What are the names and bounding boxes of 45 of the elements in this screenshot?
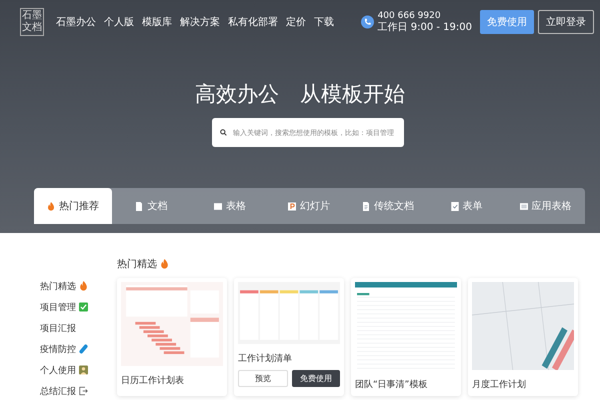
card-title: 月度工作计划 xyxy=(472,378,527,391)
hero-title: 高效办公 从模板开始 xyxy=(194,81,406,108)
template-card[interactable]: 月度工作计划 xyxy=(468,278,578,396)
pill-icon xyxy=(79,344,88,354)
category-item[interactable]: 热门精选 xyxy=(40,279,117,293)
category-item[interactable]: 个人使用 xyxy=(40,363,117,377)
login-button[interactable]: 立即登录 xyxy=(538,10,594,34)
nav-link[interactable]: 下载 xyxy=(314,15,334,29)
nav-link[interactable]: 定价 xyxy=(286,15,306,29)
category-item[interactable]: 总结汇报 xyxy=(40,384,117,398)
nav-link[interactable]: 模版库 xyxy=(142,15,172,29)
category-item[interactable]: 疫情防控 xyxy=(40,342,117,356)
card-title: 日历工作计划表 xyxy=(121,374,185,387)
phone-icon xyxy=(360,15,374,29)
search-icon xyxy=(220,129,227,136)
slide-icon xyxy=(288,202,296,210)
export-icon xyxy=(79,386,88,396)
document-icon xyxy=(362,202,370,210)
person-icon xyxy=(79,365,88,375)
nav-link[interactable]: 解决方案 xyxy=(180,15,220,29)
card-title: 工作计划清单 xyxy=(238,352,293,365)
preview-button[interactable]: 预览 xyxy=(238,370,288,387)
logo[interactable]: 石墨 文档 xyxy=(20,8,44,36)
nav-link[interactable]: 石墨办公 xyxy=(56,15,96,29)
use-free-button[interactable]: 免费使用 xyxy=(292,370,340,387)
flame-icon xyxy=(47,202,55,210)
document-icon xyxy=(135,202,144,210)
template-card[interactable]: 团队“日事清”模板 xyxy=(351,278,461,396)
nav-link[interactable]: 私有化部署 xyxy=(228,15,278,29)
checkbox-icon xyxy=(79,302,88,312)
category-tab[interactable]: 热门推荐 xyxy=(34,188,112,224)
table-icon xyxy=(214,202,222,210)
template-card[interactable]: 工作计划清单 预览 免费使用 xyxy=(234,278,344,396)
category-item[interactable]: 项目汇报 xyxy=(40,321,117,335)
phone-number: 400 666 9920 xyxy=(378,11,442,22)
card-title: 团队“日事清”模板 xyxy=(355,378,428,391)
work-hours: 工作日 9:00 - 19:00 xyxy=(378,22,472,33)
template-card[interactable]: 日历工作计划表 xyxy=(117,278,227,396)
flame-icon xyxy=(79,281,88,291)
section-title: 热门精选 xyxy=(117,258,157,271)
nav-link[interactable]: 个人版 xyxy=(104,15,134,29)
form-icon xyxy=(450,202,459,210)
flame-icon xyxy=(160,259,169,269)
category-item[interactable]: 项目管理 xyxy=(40,300,117,314)
table-icon xyxy=(520,202,528,210)
